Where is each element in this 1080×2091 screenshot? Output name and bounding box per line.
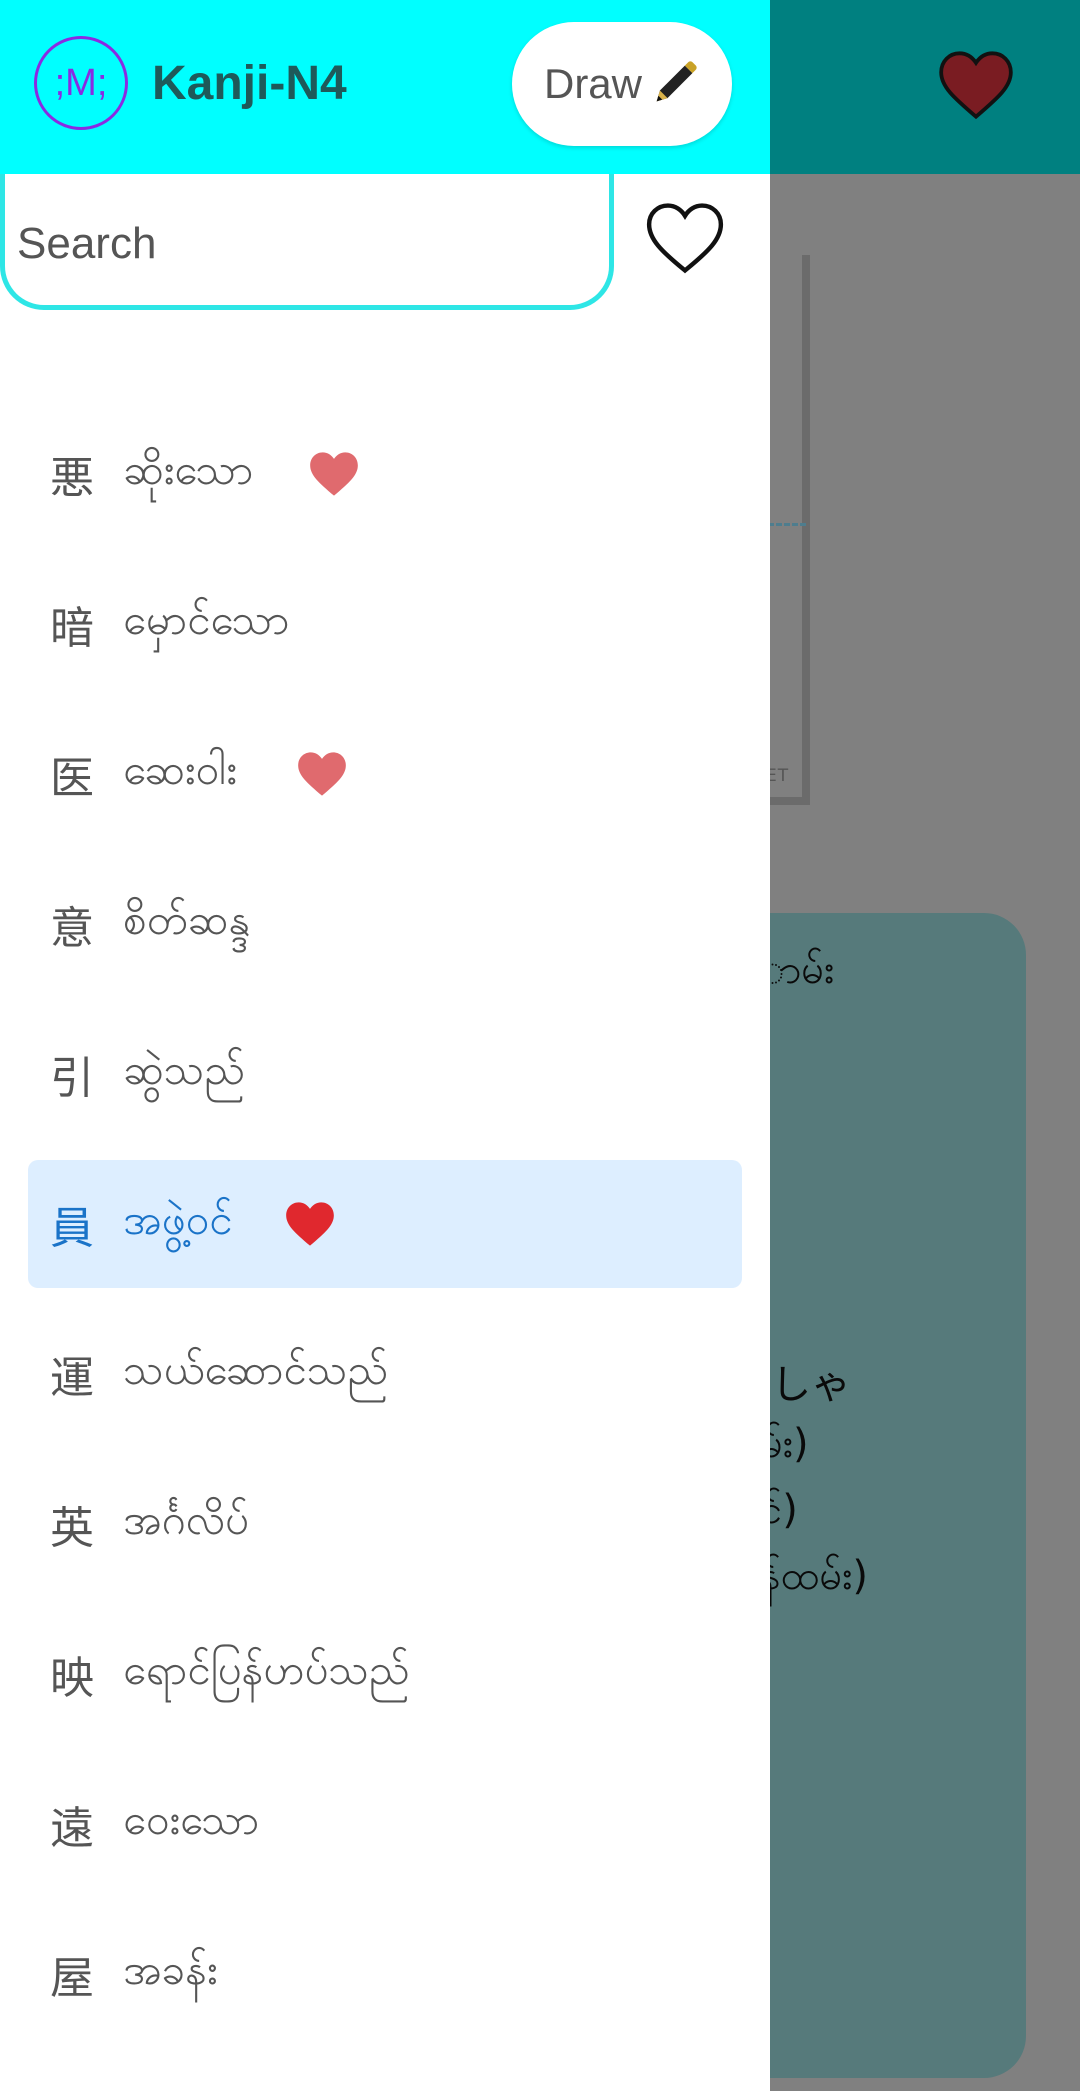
kanji-character: 員 [50, 1203, 94, 1254]
draw-button[interactable]: Draw [512, 22, 732, 146]
screen: ET ာမ်း ıしゃ မ်း) င်) န်ထမ်း) ;M; Kanji-N… [0, 0, 1080, 2091]
kanji-character: 意 [50, 903, 94, 954]
kanji-character: 引 [50, 1053, 94, 1104]
kanji-character: 屋 [50, 1953, 94, 2004]
kanji-character: 悪 [50, 453, 94, 504]
favorite-heart-icon[interactable] [296, 750, 348, 798]
kanji-meaning: ဆိုးသော [123, 445, 254, 494]
kanji-character: 遠 [50, 1803, 94, 1854]
kanji-list-item[interactable]: 員 အဖွဲ့ဝင် [28, 1160, 742, 1288]
kanji-list-item[interactable]: 意 စိတ်ဆန္ဒ [28, 860, 742, 988]
kanji-meaning: အခန်း [123, 1945, 218, 1994]
kanji-meaning: သယ်ဆောင်သည် [123, 1345, 388, 1394]
kanji-list-item[interactable]: 英 အင်္ဂလိပ် [28, 1460, 742, 1588]
kanji-meaning: ဆွဲသည် [123, 1045, 245, 1094]
app-title: Kanji-N4 [152, 57, 347, 110]
kanji-list-item[interactable]: 映 ရောင်ပြန်ဟပ်သည် [28, 1610, 742, 1738]
kanji-meaning: အင်္ဂလိပ် [123, 1495, 249, 1544]
search-input[interactable] [13, 214, 611, 274]
kanji-meaning: စိတ်ဆန္ဒ [123, 895, 250, 944]
heart-outline-icon[interactable] [644, 200, 726, 276]
pen-icon [656, 61, 697, 102]
kanji-list-item[interactable]: 悪 ဆိုးသော [28, 410, 742, 538]
kanji-character: 映 [50, 1653, 94, 1704]
kanji-list-item[interactable]: 暗 မှောင်သော [28, 560, 742, 688]
kanji-list-item[interactable]: 屋 အခန်း [28, 1910, 742, 2038]
kanji-list-item[interactable]: 運 သယ်ဆောင်သည် [28, 1310, 742, 1438]
favorite-heart-icon[interactable] [308, 450, 360, 498]
app-logo: ;M; [34, 36, 128, 130]
kanji-meaning: မှောင်သော [123, 595, 290, 644]
kanji-list-item[interactable]: 引 ဆွဲသည် [28, 1010, 742, 1138]
kanji-meaning: ဆေးဝါး [123, 745, 237, 794]
kanji-character: 暗 [50, 603, 94, 654]
kanji-character: 英 [50, 1503, 94, 1554]
drawer-scrim[interactable] [770, 0, 1080, 2091]
kanji-meaning: ဝေးသော [123, 1795, 260, 1844]
kanji-list-item[interactable]: 医 ဆေးဝါး [28, 710, 742, 838]
kanji-meaning: ရောင်ပြန်ဟပ်သည် [123, 1645, 410, 1694]
draw-button-label: Draw [543, 60, 642, 107]
drawer-header: ;M; Kanji-N4 Draw [0, 0, 770, 174]
navigation-drawer: ;M; Kanji-N4 Draw 悪 ဆိုးသော 暗 မှောင်သော 医 ဆေး… [0, 0, 770, 2091]
search-box [0, 174, 614, 310]
kanji-character: 運 [50, 1353, 94, 1404]
app-logo-text: ;M; [54, 61, 108, 104]
favorite-heart-icon[interactable] [284, 1200, 336, 1248]
kanji-meaning: အဖွဲ့ဝင် [123, 1195, 233, 1244]
kanji-character: 医 [50, 753, 94, 804]
kanji-list-item[interactable]: 遠 ဝေးသော [28, 1760, 742, 1888]
